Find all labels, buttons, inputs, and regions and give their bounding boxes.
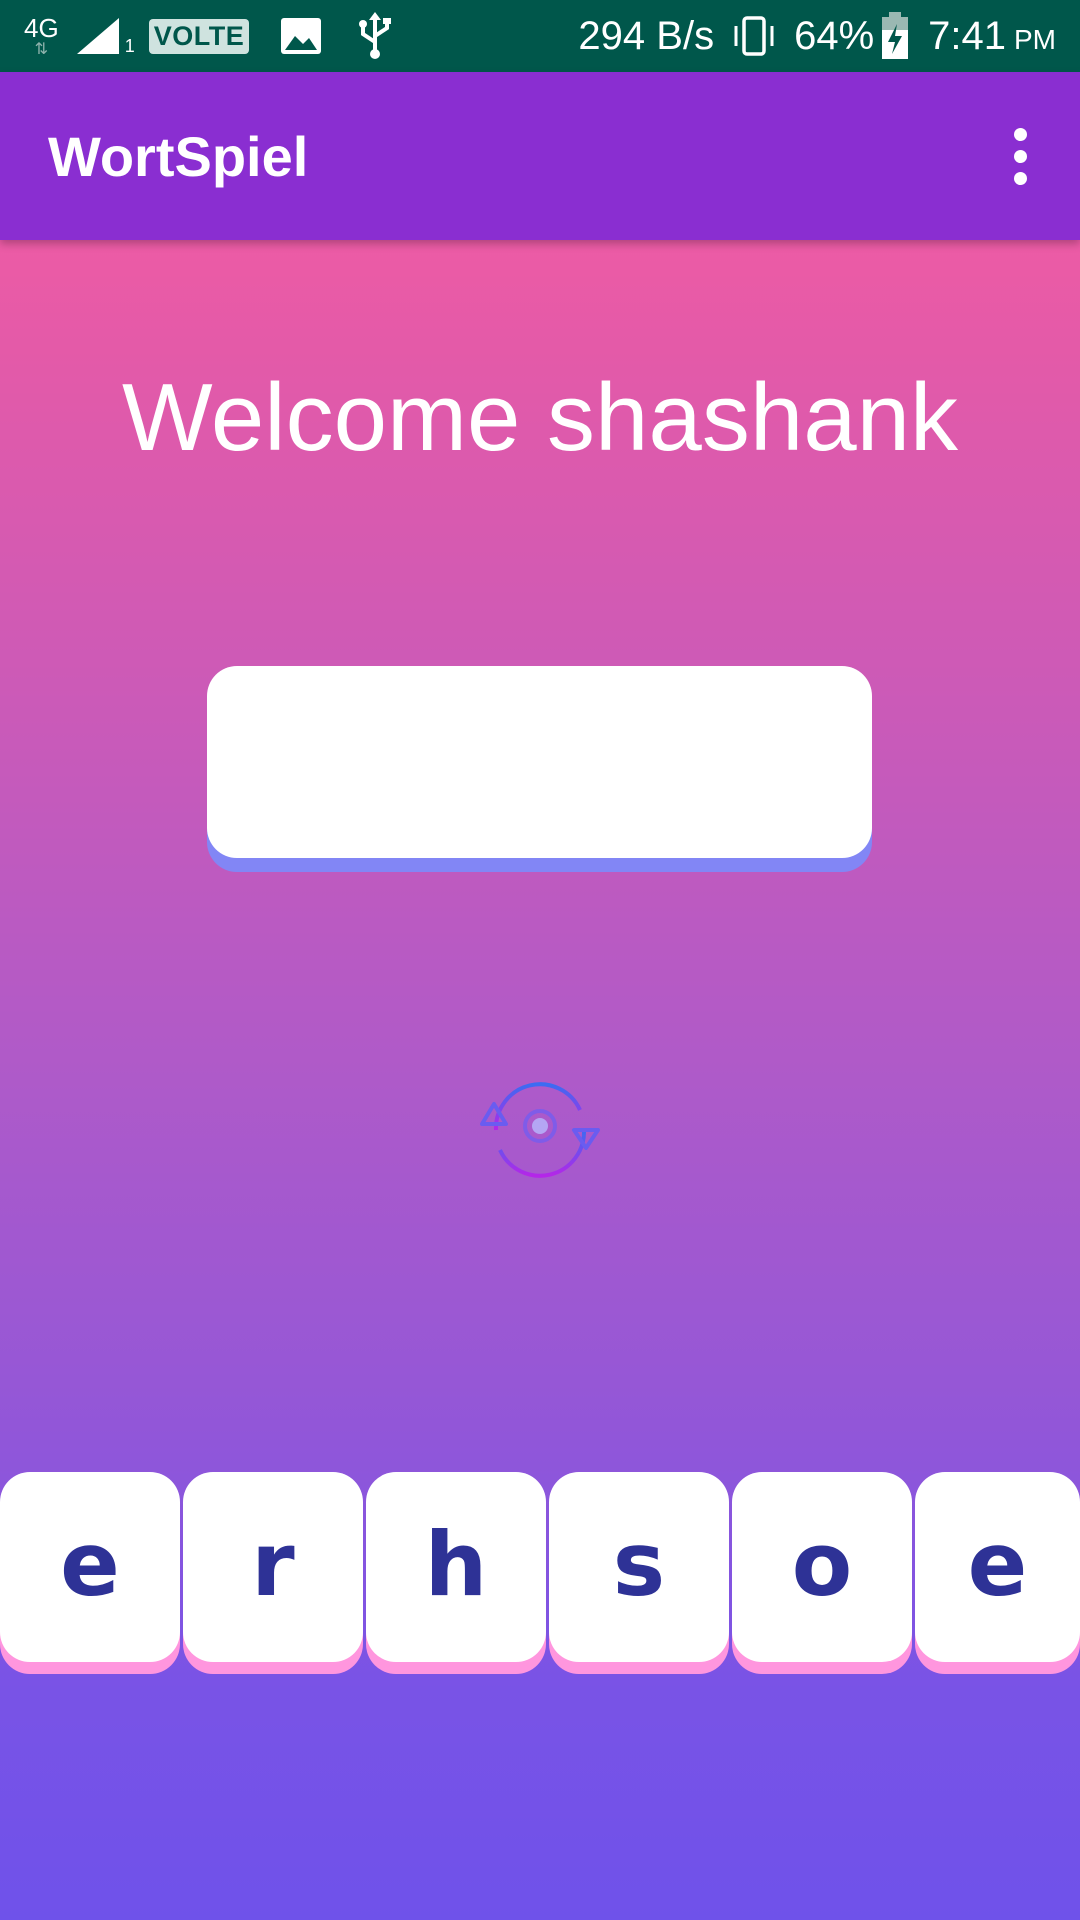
network-type-label: 4G — [24, 13, 59, 43]
overflow-dot — [1013, 149, 1027, 163]
tile-letter: o — [791, 1512, 853, 1616]
letter-tile[interactable]: e — [0, 1472, 180, 1662]
screen: 4G ⇅ 1 VOLTE 294 B/s 64% 7:41 PM WortSpi… — [0, 0, 1080, 1920]
data-arrows-icon: ⇅ — [34, 39, 49, 58]
clock-ampm: PM — [1014, 24, 1056, 55]
battery-charging-icon — [882, 12, 909, 59]
letter-tile[interactable]: h — [366, 1472, 546, 1662]
letter-tiles: e r h s o e — [0, 1472, 1080, 1672]
letter-tile[interactable]: o — [732, 1472, 912, 1662]
sim-slot-label: 1 — [124, 35, 135, 56]
image-notification-icon — [281, 18, 322, 54]
tile-letter: s — [612, 1512, 666, 1616]
status-bar: 4G ⇅ 1 VOLTE 294 B/s 64% 7:41 PM — [0, 0, 1080, 72]
overflow-dot — [1013, 171, 1027, 185]
overflow-dot — [1013, 127, 1027, 141]
tile-letter: r — [251, 1512, 295, 1616]
network-speed: 294 B/s — [578, 14, 715, 58]
usb-icon — [359, 12, 392, 59]
tile-letter: e — [60, 1512, 120, 1616]
app-title: WortSpiel — [48, 124, 309, 188]
signal-strength-icon — [76, 18, 119, 54]
letter-tile[interactable]: r — [183, 1472, 363, 1662]
welcome-text: Welcome shashank — [122, 364, 958, 471]
network-type-indicator: 4G ⇅ — [24, 15, 59, 57]
shuffle-icon[interactable] — [470, 1068, 610, 1188]
volte-badge: VOLTE — [148, 18, 250, 54]
letter-tile[interactable]: s — [549, 1472, 729, 1662]
answer-input[interactable] — [207, 666, 872, 858]
overflow-menu-icon[interactable] — [1000, 120, 1040, 192]
letter-tile[interactable]: e — [915, 1472, 1080, 1662]
tile-letter: h — [424, 1512, 488, 1616]
clock-time: 7:41 — [928, 14, 1006, 58]
vibrate-icon — [734, 16, 774, 56]
tile-letter: e — [967, 1512, 1028, 1616]
app-bar: WortSpiel — [0, 72, 1080, 240]
battery-percent: 64% — [794, 14, 875, 58]
